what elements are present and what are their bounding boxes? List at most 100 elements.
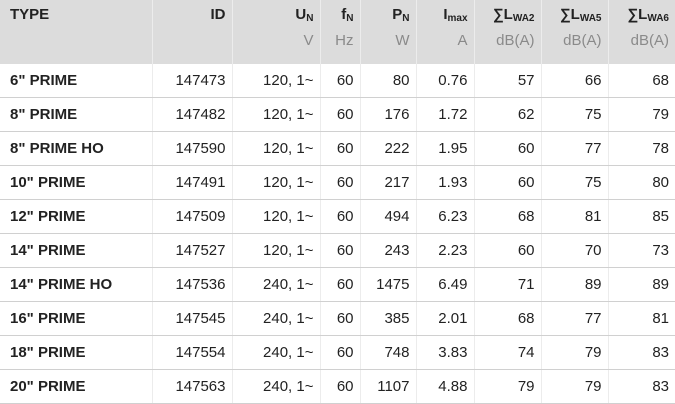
cell-lwa5: 79 [541,369,609,404]
cell-id: 147536 [152,267,233,302]
cell-pn: 217 [360,165,417,200]
cell-type: 6" PRIME [0,64,153,98]
column-symbol-text: ∑L [627,6,648,23]
table-row: 20" PRIME 147563 240, 1~ 60 1107 4.88 79 79 83 [0,369,675,404]
column-header-pn: PN W [360,0,417,64]
cell-imax: 4.88 [416,369,475,404]
cell-un: 240, 1~ [232,301,321,336]
cell-un: 120, 1~ [232,97,321,132]
cell-lwa6: 73 [608,233,675,268]
table-row: 14" PRIME HO 147536 240, 1~ 60 1475 6.49 71 89 8… [0,267,675,302]
header-row: TYPE ID UN VfN Hz PN W Imax A ∑LWA2 dB(A) ∑LWA5 dB(A… [0,0,675,64]
column-symbol-text: ID [210,6,226,23]
cell-type: 12" PRIME [0,199,153,234]
column-unit-lwa6: dB(A) [630,32,669,49]
column-header-lwa2: ∑LWA2 dB(A) [474,0,542,64]
cell-lwa5: 89 [541,267,609,302]
column-header-lwa5: ∑LWA5 dB(A) [541,0,609,64]
cell-type: 8" PRIME [0,97,153,132]
column-header-type: TYPE [0,0,153,64]
cell-lwa2: 79 [474,369,542,404]
column-symbol-text: U [295,6,307,23]
table-body: 6" PRIME 147473 120, 1~ 60 80 0.76 57 66 68 8" PR… [0,64,675,404]
cell-type: 18" PRIME [0,335,153,370]
cell-lwa5: 77 [541,131,609,166]
column-symbol-text: ∑L [559,6,580,23]
cell-lwa2: 60 [474,233,542,268]
cell-lwa5: 79 [541,335,609,370]
column-symbol-text: ∑L [492,6,513,23]
column-symbol-un: UN [239,0,314,30]
table-row: 18" PRIME 147554 240, 1~ 60 748 3.83 74 79 83 [0,335,675,370]
cell-lwa6: 80 [608,165,675,200]
cell-lwa2: 57 [474,64,542,98]
column-unit-type [10,30,146,60]
cell-lwa2: 68 [474,199,542,234]
table-header: TYPE ID UN VfN Hz PN W Imax A ∑LWA2 dB(A) ∑LWA5 dB(A… [0,0,675,64]
cell-fn: 60 [320,199,361,234]
cell-lwa2: 62 [474,97,542,132]
cell-pn: 222 [360,131,417,166]
cell-imax: 1.95 [416,131,475,166]
cell-imax: 1.93 [416,165,475,200]
table-row: 14" PRIME 147527 120, 1~ 60 243 2.23 60 70 73 [0,233,675,268]
cell-id: 147545 [152,301,233,336]
cell-id: 147563 [152,369,233,404]
cell-lwa5: 75 [541,165,609,200]
column-symbol-text: TYPE [10,6,50,23]
column-symbol-subscript: WA5 [579,13,602,24]
column-symbol-lwa5: ∑LWA5 [548,0,602,30]
cell-lwa5: 75 [541,97,609,132]
column-unit-lwa2: dB(A) [496,32,535,49]
cell-fn: 60 [320,64,361,98]
cell-lwa5: 81 [541,199,609,234]
cell-fn: 60 [320,267,361,302]
column-unit-imax: A [457,32,468,49]
cell-lwa5: 70 [541,233,609,268]
cell-pn: 176 [360,97,417,132]
cell-lwa6: 83 [608,335,675,370]
cell-imax: 2.01 [416,301,475,336]
cell-un: 240, 1~ [232,267,321,302]
column-unit-fn: Hz [335,32,354,49]
cell-fn: 60 [320,131,361,166]
column-symbol-subscript: N [306,13,314,24]
cell-lwa2: 60 [474,165,542,200]
cell-fn: 60 [320,369,361,404]
column-symbol-pn: PN [367,0,410,30]
column-unit-lwa5: dB(A) [563,32,602,49]
cell-un: 120, 1~ [232,131,321,166]
column-symbol-subscript: WA2 [512,13,535,24]
cell-id: 147509 [152,199,233,234]
cell-id: 147590 [152,131,233,166]
cell-id: 147473 [152,64,233,98]
cell-type: 14" PRIME HO [0,267,153,302]
cell-imax: 0.76 [416,64,475,98]
cell-imax: 3.83 [416,335,475,370]
cell-type: 16" PRIME [0,301,153,336]
specs-table: TYPE ID UN VfN Hz PN W Imax A ∑LWA2 dB(A) ∑LWA5 dB(A… [0,0,675,404]
cell-type: 20" PRIME [0,369,153,404]
column-header-imax: Imax A [416,0,475,64]
cell-fn: 60 [320,165,361,200]
column-symbol-subscript: N [402,13,410,24]
table-row: 6" PRIME 147473 120, 1~ 60 80 0.76 57 66 68 [0,64,675,98]
cell-un: 120, 1~ [232,199,321,234]
column-symbol-lwa6: ∑LWA6 [615,0,669,30]
cell-imax: 6.23 [416,199,475,234]
column-unit-id [159,30,226,60]
cell-fn: 60 [320,97,361,132]
cell-pn: 80 [360,64,417,98]
cell-un: 120, 1~ [232,165,321,200]
cell-fn: 60 [320,233,361,268]
cell-id: 147527 [152,233,233,268]
column-symbol-subscript: N [346,13,354,24]
cell-pn: 748 [360,335,417,370]
cell-fn: 60 [320,301,361,336]
cell-lwa6: 89 [608,267,675,302]
cell-un: 120, 1~ [232,233,321,268]
cell-type: 14" PRIME [0,233,153,268]
cell-type: 10" PRIME [0,165,153,200]
cell-pn: 494 [360,199,417,234]
cell-lwa6: 68 [608,64,675,98]
